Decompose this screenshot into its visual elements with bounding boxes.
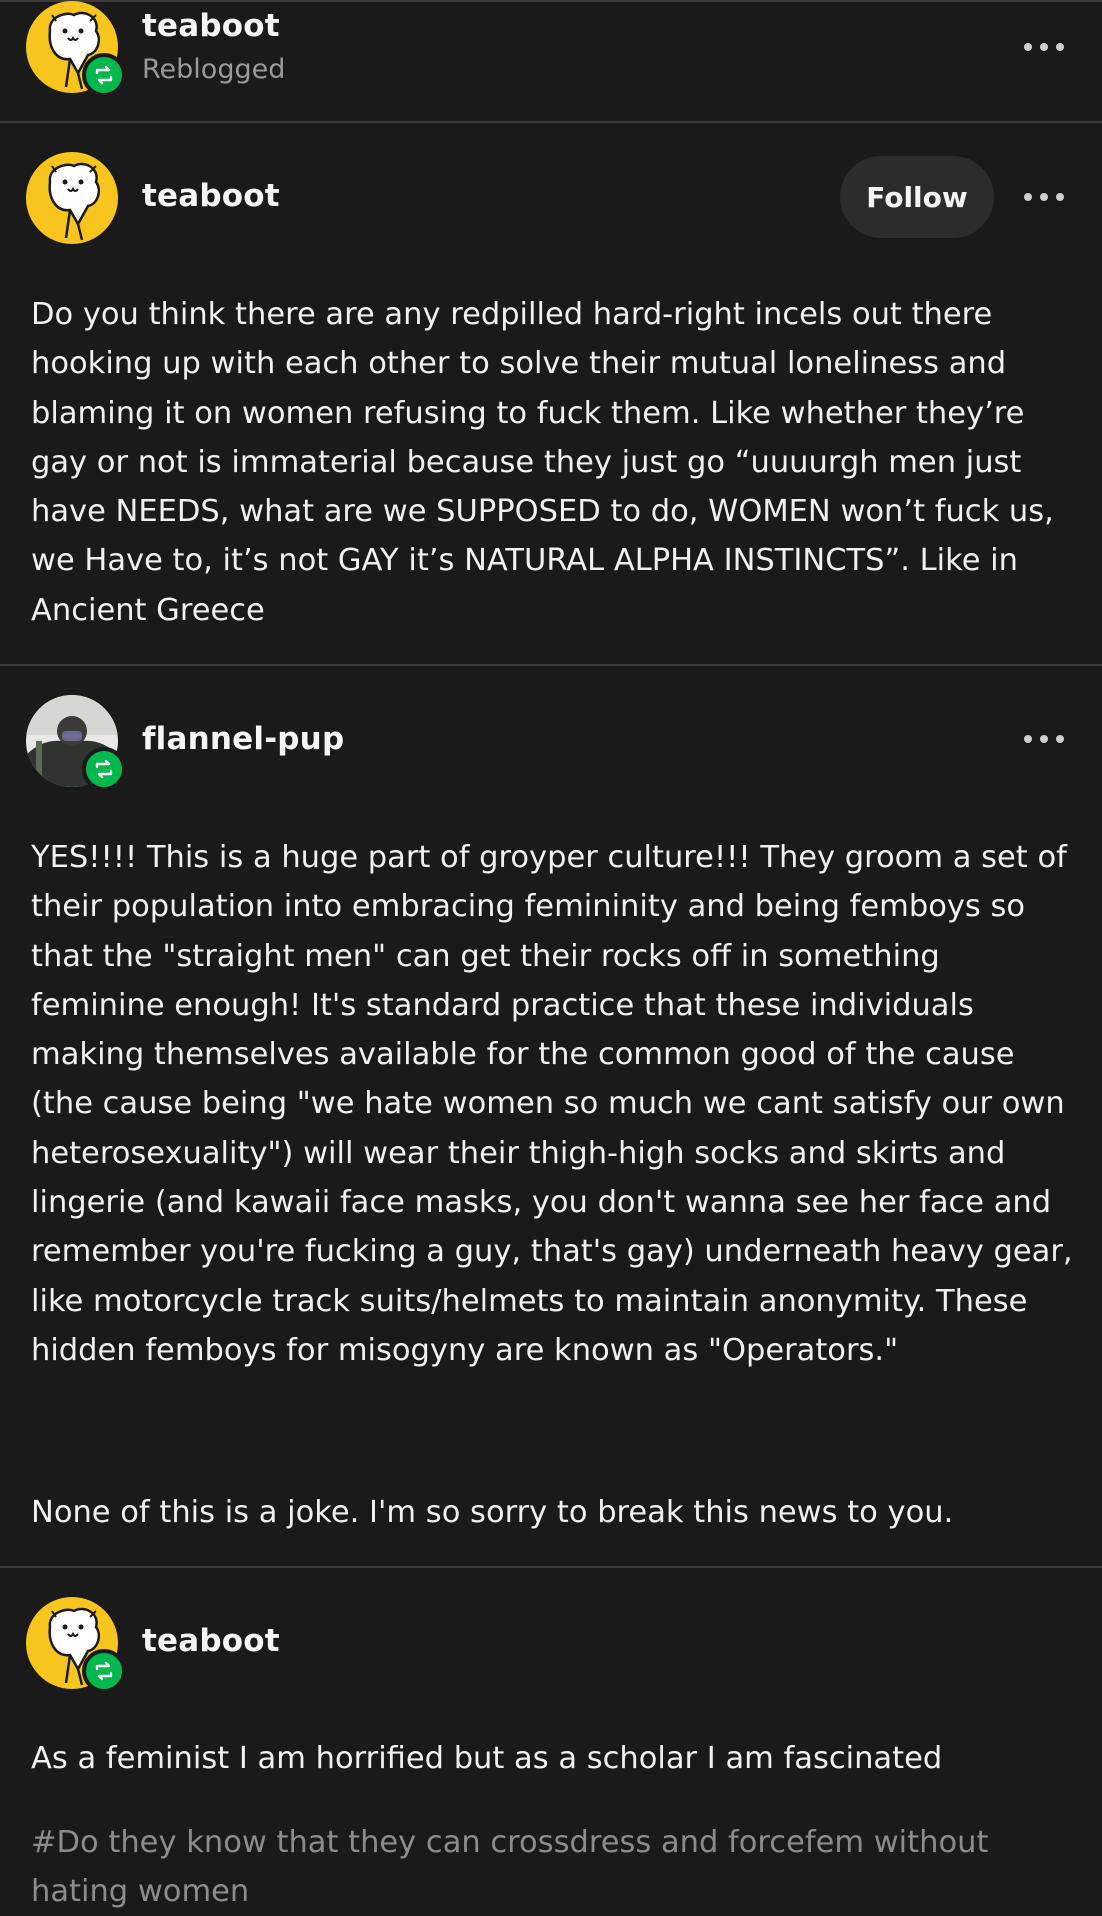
original-post-more-icon[interactable]	[1024, 192, 1064, 202]
reply-1-username[interactable]: flannel-pup	[142, 721, 344, 757]
header-username[interactable]: teaboot	[142, 8, 280, 44]
reply-2-avatar[interactable]	[26, 1597, 126, 1693]
teaboot-avatar-icon	[26, 152, 118, 244]
reply-1-body: YES!!!! This is a huge part of groyper c…	[31, 840, 1073, 1368]
header-more-icon[interactable]	[1024, 42, 1064, 52]
reblogged-label: Reblogged	[142, 54, 286, 85]
original-post-avatar[interactable]	[26, 152, 118, 244]
divider-3	[0, 1566, 1102, 1568]
reblog-icon	[82, 747, 126, 791]
reblog-icon	[82, 53, 126, 97]
divider-2	[0, 664, 1102, 666]
reply-1-avatar[interactable]	[26, 695, 126, 791]
original-post-body: Do you think there are any redpilled har…	[31, 297, 1054, 628]
reblog-icon	[82, 1649, 126, 1693]
original-post-username[interactable]: teaboot	[142, 178, 280, 214]
reply-1-more-icon[interactable]	[1024, 734, 1064, 744]
divider-1	[0, 121, 1102, 123]
header-avatar[interactable]	[26, 1, 126, 97]
top-border	[0, 0, 1102, 2]
follow-button[interactable]: Follow	[840, 156, 994, 238]
reply-2-username[interactable]: teaboot	[142, 1623, 280, 1659]
reply-1-body-2: None of this is a joke. I'm so sorry to …	[31, 1495, 954, 1530]
reply-2-tag[interactable]: #Do they know that they can crossdress a…	[31, 1818, 1081, 1916]
reply-2-body: As a feminist I am horrified but as a sc…	[31, 1741, 943, 1776]
